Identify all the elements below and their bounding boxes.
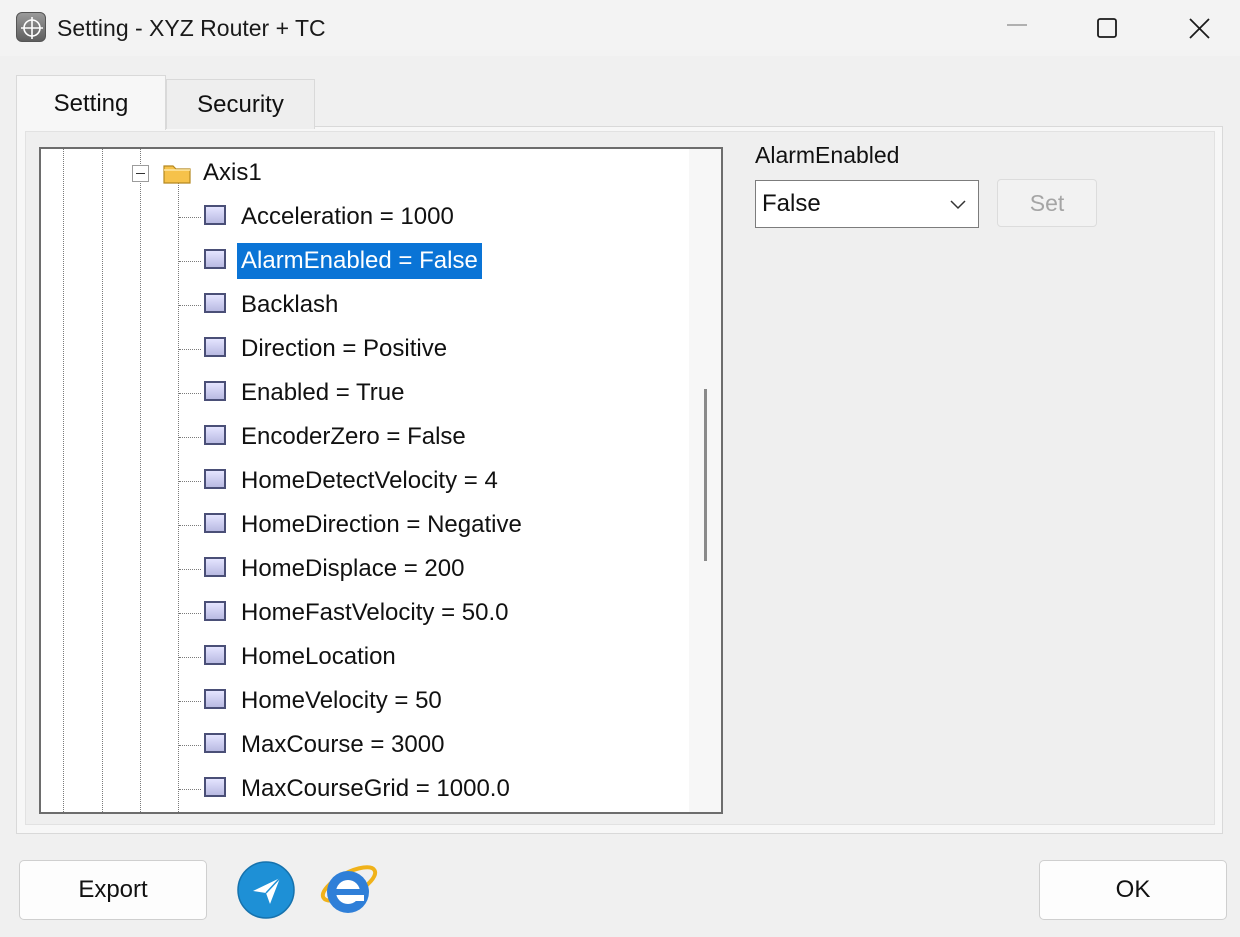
tree-connector bbox=[179, 305, 201, 306]
property-icon bbox=[204, 777, 226, 797]
tree-leaf-label: HomeDisplace = 200 bbox=[241, 555, 465, 582]
tree-node-label: Axis1 bbox=[203, 159, 262, 186]
tree-leaf-item[interactable]: Backlash bbox=[41, 285, 681, 325]
tree-connector bbox=[179, 481, 201, 482]
tree-leaf-item[interactable]: HomeFastVelocity = 50.0 bbox=[41, 593, 681, 633]
tree-leaf-label: MaxCourse = 3000 bbox=[241, 731, 445, 758]
tree-connector bbox=[179, 789, 201, 790]
tree-leaf-label: AlarmEnabled = False bbox=[237, 243, 482, 279]
tree-connector bbox=[179, 569, 201, 570]
tree-leaf-item[interactable]: Direction = Positive bbox=[41, 329, 681, 369]
tree-connector bbox=[179, 525, 201, 526]
app-crosshair-icon bbox=[16, 12, 46, 42]
send-icon[interactable] bbox=[236, 860, 296, 920]
tree-connector bbox=[179, 657, 201, 658]
tree-connector bbox=[179, 393, 201, 394]
set-button[interactable]: Set bbox=[997, 179, 1097, 227]
property-icon bbox=[204, 513, 226, 533]
property-icon bbox=[204, 337, 226, 357]
tree-leaf-item[interactable]: HomeVelocity = 50 bbox=[41, 681, 681, 721]
tree-leaf-label: Backlash bbox=[241, 291, 339, 318]
tab-security[interactable]: Security bbox=[166, 79, 315, 129]
tree-leaf-item[interactable]: HomeDetectVelocity = 4 bbox=[41, 461, 681, 501]
tree-connector bbox=[179, 349, 201, 350]
tree-leaf-label: MaxCourseGrid = 1000.0 bbox=[241, 775, 510, 802]
tree-connector bbox=[179, 217, 201, 218]
property-icon bbox=[204, 557, 226, 577]
tree-leaf-item[interactable]: EncoderZero = False bbox=[41, 417, 681, 457]
property-icon bbox=[204, 689, 226, 709]
property-name-label: AlarmEnabled bbox=[755, 142, 900, 168]
chevron-down-icon bbox=[950, 200, 966, 210]
property-icon bbox=[204, 469, 226, 489]
tree-connector bbox=[179, 261, 201, 262]
minimize-button[interactable] bbox=[994, 8, 1040, 48]
internet-explorer-icon[interactable] bbox=[316, 856, 380, 920]
tree-leaf-label: Acceleration = 1000 bbox=[241, 203, 454, 230]
tree-connector bbox=[179, 613, 201, 614]
tree-leaf-item[interactable]: MaxCourseGrid = 1000.0 bbox=[41, 769, 681, 809]
tree-leaf-item[interactable]: Acceleration = 1000 bbox=[41, 197, 681, 237]
tree-leaf-item[interactable]: AlarmEnabled = False bbox=[41, 241, 681, 281]
tree-connector bbox=[179, 437, 201, 438]
property-icon bbox=[204, 645, 226, 665]
settings-tree[interactable]: Axis1 Acceleration = 1000 AlarmEnabled = … bbox=[39, 147, 723, 814]
tree-leaf-label: Enabled = True bbox=[241, 379, 405, 406]
tree-leaf-label: HomeLocation bbox=[241, 643, 396, 670]
folder-icon bbox=[163, 165, 191, 184]
value-dropdown[interactable]: False bbox=[755, 180, 979, 228]
tree-leaf-item[interactable]: HomeLocation bbox=[41, 637, 681, 677]
scrollbar-thumb[interactable] bbox=[704, 389, 707, 561]
collapse-toggle[interactable] bbox=[132, 165, 149, 182]
tree-leaf-label: HomeVelocity = 50 bbox=[241, 687, 442, 714]
maximize-icon bbox=[1097, 18, 1117, 38]
tree-leaf-label: Direction = Positive bbox=[241, 335, 448, 362]
property-icon bbox=[204, 205, 226, 225]
tree-leaf-label: EncoderZero = False bbox=[241, 423, 466, 450]
minimize-icon bbox=[1007, 24, 1027, 26]
ok-button[interactable]: OK bbox=[1039, 860, 1227, 920]
tree-leaf-label: HomeDetectVelocity = 4 bbox=[241, 467, 498, 494]
tab-setting[interactable]: Setting bbox=[16, 75, 166, 130]
close-button[interactable] bbox=[1176, 8, 1222, 48]
value-dropdown-text: False bbox=[762, 190, 821, 217]
tree-leaf-item[interactable]: HomeDirection = Negative bbox=[41, 505, 681, 545]
tree-leaf-item[interactable]: MaxCourse = 3000 bbox=[41, 725, 681, 765]
tree-connector bbox=[179, 745, 201, 746]
title-bar: Setting - XYZ Router + TC bbox=[0, 0, 1240, 56]
tree-connector bbox=[179, 701, 201, 702]
property-icon bbox=[204, 733, 226, 753]
tree-leaf-label: HomeFastVelocity = 50.0 bbox=[241, 599, 509, 626]
settings-window: Setting - XYZ Router + TC Setting Securi… bbox=[0, 0, 1240, 937]
property-icon bbox=[204, 381, 226, 401]
tree-leaf-item[interactable]: HomeDisplace = 200 bbox=[41, 549, 681, 589]
close-icon bbox=[1189, 18, 1210, 39]
export-button[interactable]: Export bbox=[19, 860, 207, 920]
property-icon bbox=[204, 293, 226, 313]
tree-leaf-item[interactable]: Enabled = True bbox=[41, 373, 681, 413]
property-icon bbox=[204, 425, 226, 445]
tree-node-axis1[interactable]: Axis1 bbox=[41, 153, 681, 193]
maximize-button[interactable] bbox=[1084, 8, 1130, 48]
window-title: Setting - XYZ Router + TC bbox=[57, 15, 326, 41]
property-icon bbox=[204, 249, 226, 269]
tree-leaf-label: HomeDirection = Negative bbox=[241, 511, 522, 538]
property-icon bbox=[204, 601, 226, 621]
